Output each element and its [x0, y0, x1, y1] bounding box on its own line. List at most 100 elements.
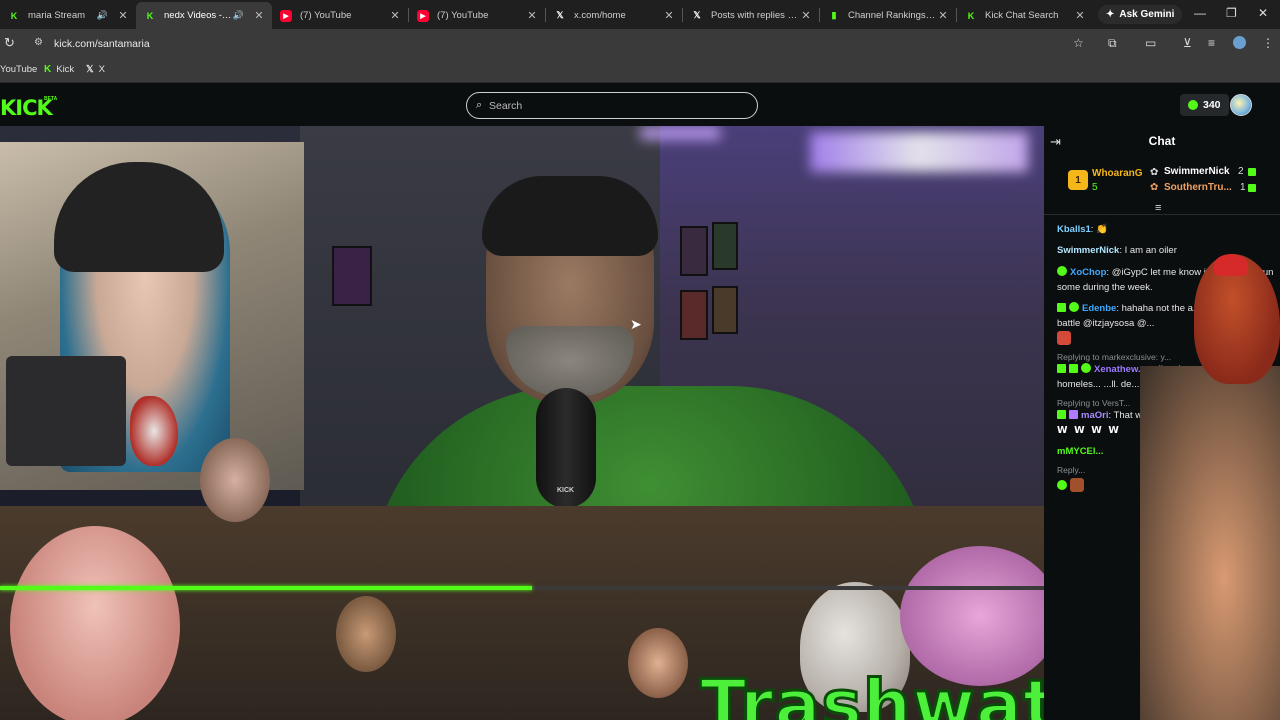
sub-badge-icon	[1069, 410, 1078, 419]
chat-divider	[1044, 214, 1280, 215]
sub-badge-icon	[1057, 303, 1066, 312]
browser-tab[interactable]: K Kick Chat Search ✕	[957, 2, 1093, 29]
menu-dots-icon[interactable]: ⋮	[1262, 36, 1274, 50]
download-icon[interactable]: ⊻	[1183, 36, 1192, 50]
minimize-icon[interactable]: —	[1194, 6, 1206, 20]
leaderboard-name[interactable]: SwimmerNick	[1164, 166, 1230, 177]
leaderboard-count: 5	[1092, 182, 1098, 193]
wall-poster	[332, 246, 372, 306]
close-tab-icon[interactable]: ✕	[525, 9, 539, 22]
close-window-icon[interactable]: ✕	[1258, 6, 1268, 20]
chat-panel: ⇥ Chat 1 WhoaranG 5 ✿ SwimmerNick 2 ✿ So…	[1044, 126, 1280, 720]
search-input[interactable]	[489, 97, 739, 115]
speaker-icon[interactable]: 🔊	[233, 10, 244, 21]
verified-badge-icon	[1057, 266, 1067, 276]
gift-icon: ✿	[1150, 167, 1159, 178]
clap-emote-icon: 👏	[1096, 224, 1108, 235]
trashwatch-overlay-text: Trashwatch	[698, 665, 1044, 720]
ask-gemini-button[interactable]: ✦ Ask Gemini	[1098, 5, 1183, 24]
reply-context: Replying to VersT...	[1057, 398, 1131, 408]
user-avatar[interactable]	[1230, 94, 1252, 116]
sub-badge-icon	[1248, 184, 1256, 192]
reply-context: Replying to markexclusive: y...	[1057, 352, 1172, 362]
tab-title: Posts with replies by Tr	[711, 10, 799, 21]
profile-avatar-icon[interactable]	[1233, 36, 1246, 49]
wall-poster	[712, 286, 738, 334]
browser-tab[interactable]: ▮ Channel Rankings - Kic✕	[820, 2, 956, 29]
search-box[interactable]: ⌕	[466, 92, 758, 119]
media-icon[interactable]: ≡	[1208, 36, 1215, 50]
sub-badge-icon	[1248, 168, 1256, 176]
browser-tab[interactable]: 𝕏x.com/home ✕	[546, 2, 682, 29]
search-icon: ⌕	[476, 99, 483, 111]
bookmarks-bar: YouTube K Kick 𝕏 X	[0, 58, 1280, 83]
neon-light	[640, 126, 720, 140]
chat-filter-icon[interactable]: ≡	[1155, 202, 1161, 214]
tab-title: Kick Chat Search	[985, 10, 1059, 21]
rooster-comb	[1214, 254, 1248, 276]
address-bar: ↻ ⚙ kick.com/santamaria ☆ ⧉ ▭ ⊻ ≡ ⋮	[0, 29, 1280, 58]
kick-icon: K	[967, 10, 975, 21]
reload-icon[interactable]: ↻	[4, 35, 15, 51]
overlay-speaker	[6, 356, 126, 466]
youtube-icon: ▶	[280, 9, 292, 22]
browser-tab[interactable]: 𝕏 Posts with replies by Tr ✕	[683, 2, 819, 29]
extensions-icon[interactable]: ⧉	[1108, 36, 1117, 51]
chat-overlay-collage	[1140, 366, 1280, 720]
x-icon: 𝕏	[693, 10, 701, 20]
browser-tab[interactable]: Kmaria Stream 🔊 ✕	[0, 2, 136, 29]
wall-poster	[680, 226, 708, 276]
neon-light-ceiling	[810, 132, 1028, 172]
browser-tab-strip: Kmaria Stream🔊✕Knedx Videos - Wat🔊✕▶(7) …	[0, 0, 1280, 29]
close-tab-icon[interactable]: ✕	[1073, 9, 1087, 22]
close-tab-icon[interactable]: ✕	[936, 9, 950, 22]
kick-icon: K	[10, 10, 18, 21]
emote-icon	[1070, 478, 1084, 492]
verified-badge-icon	[1081, 363, 1091, 373]
sub-badge-icon	[1057, 364, 1066, 373]
collage-face	[10, 526, 180, 720]
chat-title: Chat	[1148, 134, 1176, 148]
mic-label: KICK	[557, 487, 575, 494]
maximize-icon[interactable]: ❐	[1226, 6, 1237, 20]
kick-icon: K	[44, 64, 52, 75]
collage-face	[336, 596, 396, 672]
browser-tab[interactable]: Knedx Videos - Wat🔊 ✕	[136, 2, 272, 29]
browser-tab[interactable]: ▶ (7) YouTube ✕	[409, 2, 545, 29]
video-player[interactable]: KICK ➤ Trashwatch	[0, 126, 1044, 720]
kick-header: KICK BETA ⌕ 340	[0, 84, 1280, 126]
points-icon	[1188, 100, 1198, 110]
chart-icon: ▮	[831, 10, 837, 20]
gift-icon: ✿	[1150, 182, 1159, 193]
x-icon: 𝕏	[86, 64, 94, 75]
tab-title: nedx Videos - Wat	[164, 10, 233, 21]
bookmark-kick[interactable]: K Kick	[44, 64, 74, 75]
bookmark-youtube[interactable]: YouTube	[0, 64, 37, 75]
cast-icon[interactable]: ▭	[1145, 36, 1156, 50]
close-tab-icon[interactable]: ✕	[662, 9, 676, 22]
collage-face	[628, 628, 688, 698]
tab-title: maria Stream	[28, 10, 86, 21]
reply-context: Reply...	[1057, 465, 1086, 475]
tab-title: x.com/home	[574, 10, 626, 21]
speaker-icon[interactable]: 🔊	[97, 10, 108, 21]
close-tab-icon[interactable]: ✕	[388, 9, 402, 22]
close-tab-icon[interactable]: ✕	[116, 9, 130, 22]
site-info-icon[interactable]: ⚙	[34, 37, 43, 48]
leaderboard-count: 2	[1238, 166, 1244, 177]
gemini-icon: ✦	[1106, 9, 1115, 20]
sub-badge-icon	[1069, 364, 1078, 373]
youtube-icon: ▶	[417, 9, 429, 22]
leaderboard-name[interactable]: SouthernTru...	[1164, 182, 1232, 193]
beta-label: BETA	[44, 96, 58, 102]
emote-icon	[1057, 331, 1071, 345]
bookmark-x[interactable]: 𝕏 X	[86, 64, 105, 75]
kick-points-button[interactable]: 340	[1180, 94, 1229, 116]
url-field[interactable]: kick.com/santamaria	[54, 38, 150, 50]
close-tab-icon[interactable]: ✕	[252, 9, 266, 22]
close-tab-icon[interactable]: ✕	[799, 9, 813, 22]
bookmark-star-icon[interactable]: ☆	[1073, 36, 1084, 50]
leaderboard-name[interactable]: WhoaranG	[1092, 168, 1143, 179]
browser-tab[interactable]: ▶ (7) YouTube ✕	[272, 2, 408, 29]
wall-poster	[680, 290, 708, 340]
